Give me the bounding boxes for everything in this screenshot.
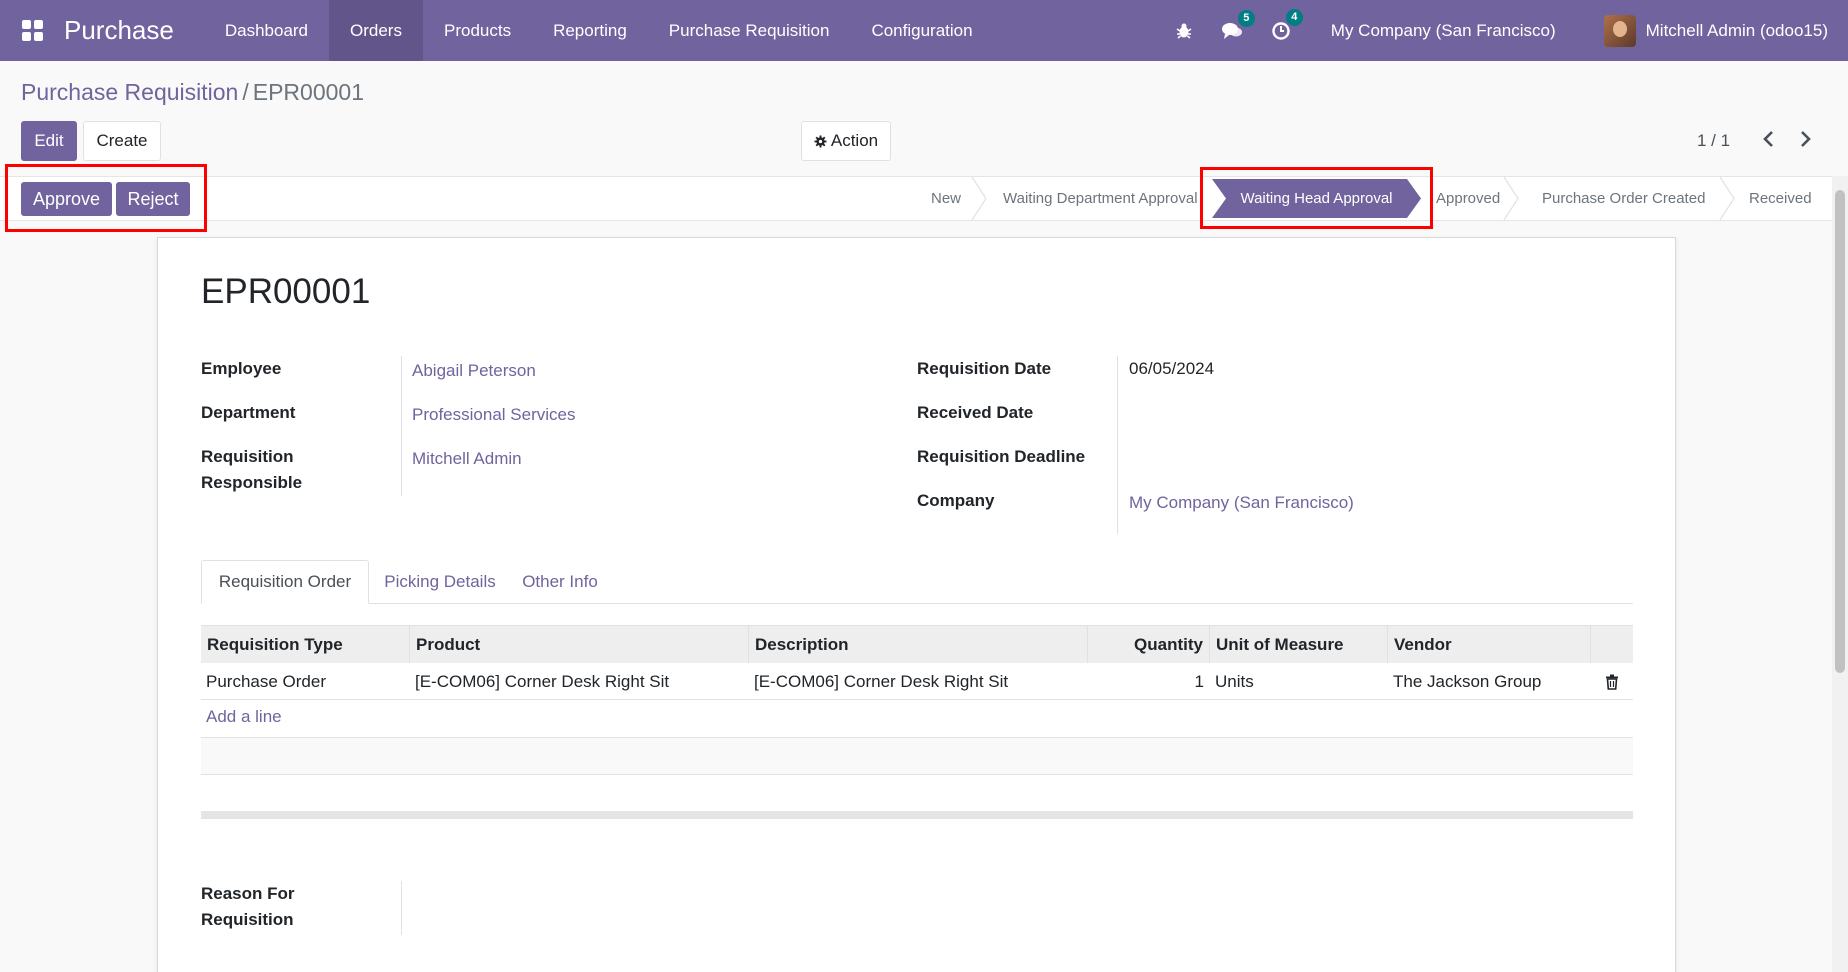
column-requisition-type[interactable]: Requisition Type [201,626,410,664]
stage-separator [1503,177,1519,220]
table-header: Requisition Type Product Description Qua… [201,625,1633,664]
employee-label: Employee [201,359,282,378]
add-a-line-link[interactable]: Add a line [206,707,282,727]
stage-separator [971,177,987,220]
tab-other-info[interactable]: Other Info [508,560,612,604]
breadcrumb-current: EPR00001 [252,79,364,105]
cell-quantity[interactable]: 1 [1088,663,1210,700]
department-field[interactable]: Professional Services [412,402,575,428]
tab-requisition-order[interactable]: Requisition Order [201,560,369,604]
record-name: EPR00001 [201,272,371,311]
company-label: Company [917,491,995,510]
menu-purchase-requisition[interactable]: Purchase Requisition [648,0,851,61]
action-label: Action [830,131,879,150]
main-menu: Dashboard Orders Products Reporting Purc… [204,0,994,61]
breadcrumb: Purchase Requisition / EPR00001 [21,79,364,106]
column-quantity[interactable]: Quantity [1088,626,1210,664]
field-divider [401,881,402,935]
cell-unit-of-measure[interactable]: Units [1210,663,1388,700]
trash-icon[interactable] [1591,663,1633,700]
column-product[interactable]: Product [410,626,749,664]
requisition-date-label: Requisition Date [917,359,1052,378]
cell-requisition-type[interactable]: Purchase Order [201,663,410,700]
app-brand[interactable]: Purchase [64,15,174,46]
pager-next-icon[interactable] [1798,128,1812,154]
table-row[interactable]: Purchase Order [E-COM06] Corner Desk Rig… [201,663,1633,700]
breadcrumb-separator: / [242,79,249,105]
breadcrumb-parent[interactable]: Purchase Requisition [21,79,238,105]
messages-icon[interactable]: 5 [1221,9,1255,40]
column-unit-of-measure[interactable]: Unit of Measure [1210,626,1388,664]
gear-icon [814,134,827,148]
column-description[interactable]: Description [749,626,1088,664]
activities-badge: 4 [1285,8,1303,26]
reason-label: Reason For Requisition [201,881,295,933]
reason-label-line2: Requisition [201,910,294,929]
responsible-label: Requisition Responsible [201,444,302,496]
employee-field[interactable]: Abigail Peterson [412,358,536,384]
cell-vendor[interactable]: The Jackson Group [1388,663,1591,700]
status-bar: Approve Reject New Waiting Department Ap… [0,176,1832,221]
field-divider [1117,356,1118,534]
responsible-field[interactable]: Mitchell Admin [412,446,522,472]
activities-clock-icon[interactable]: 4 [1271,8,1303,41]
menu-products[interactable]: Products [423,0,532,61]
edit-button[interactable]: Edit [21,121,77,161]
pager-value[interactable]: 1 / 1 [1697,131,1730,151]
empty-row [201,738,1633,774]
menu-dashboard[interactable]: Dashboard [204,0,329,61]
menu-configuration[interactable]: Configuration [850,0,993,61]
row-divider [201,774,1633,775]
menu-reporting[interactable]: Reporting [532,0,648,61]
apps-menu-icon[interactable] [0,0,64,61]
company-switcher[interactable]: My Company (San Francisco) [1331,21,1556,41]
responsible-label-line2: Responsible [201,473,303,492]
column-vendor[interactable]: Vendor [1388,626,1591,664]
stage-purchase-order-created[interactable]: Purchase Order Created [1542,177,1705,220]
stage-approved[interactable]: Approved [1436,177,1500,220]
tab-picking-details[interactable]: Picking Details [376,560,504,604]
stage-new[interactable]: New [931,177,961,220]
company-field[interactable]: My Company (San Francisco) [1129,490,1354,516]
menu-orders[interactable]: Orders [329,0,423,61]
stage-separator [1719,177,1735,220]
reason-field[interactable] [412,881,1633,935]
field-divider [401,356,402,496]
user-avatar[interactable] [1603,14,1636,47]
requisition-date-field[interactable]: 06/05/2024 [1129,356,1214,382]
cell-product[interactable]: [E-COM06] Corner Desk Right Sit [410,663,749,700]
create-button[interactable]: Create [83,121,161,161]
cell-description[interactable]: [E-COM06] Corner Desk Right Sit [749,663,1088,700]
highlight-box-stage [1200,167,1433,229]
reason-label-line1: Reason For [201,884,295,903]
stage-waiting-department-approval[interactable]: Waiting Department Approval [1003,177,1198,220]
top-navbar: Purchase Dashboard Orders Products Repor… [0,0,1848,61]
page-scrollbar[interactable] [1832,176,1848,972]
user-menu[interactable]: Mitchell Admin (odoo15) [1646,21,1828,41]
action-button[interactable]: Action [801,121,891,161]
scrollbar-thumb[interactable] [1835,190,1845,673]
received-date-label: Received Date [917,403,1034,422]
messages-badge: 5 [1237,9,1255,27]
highlight-box-buttons [5,164,207,232]
form-sheet: EPR00001 Employee Abigail Peterson Depar… [157,237,1676,972]
responsible-label-line1: Requisition [201,447,294,466]
pager-previous-icon[interactable] [1762,128,1776,154]
department-label: Department [201,403,296,422]
debug-bug-icon[interactable] [1175,22,1193,40]
section-separator [201,811,1633,819]
stage-received[interactable]: Received [1749,177,1812,220]
systray: 5 4 My Company (San Francisco) Mitchell … [1161,0,1848,61]
requisition-deadline-label: Requisition Deadline [917,447,1086,466]
